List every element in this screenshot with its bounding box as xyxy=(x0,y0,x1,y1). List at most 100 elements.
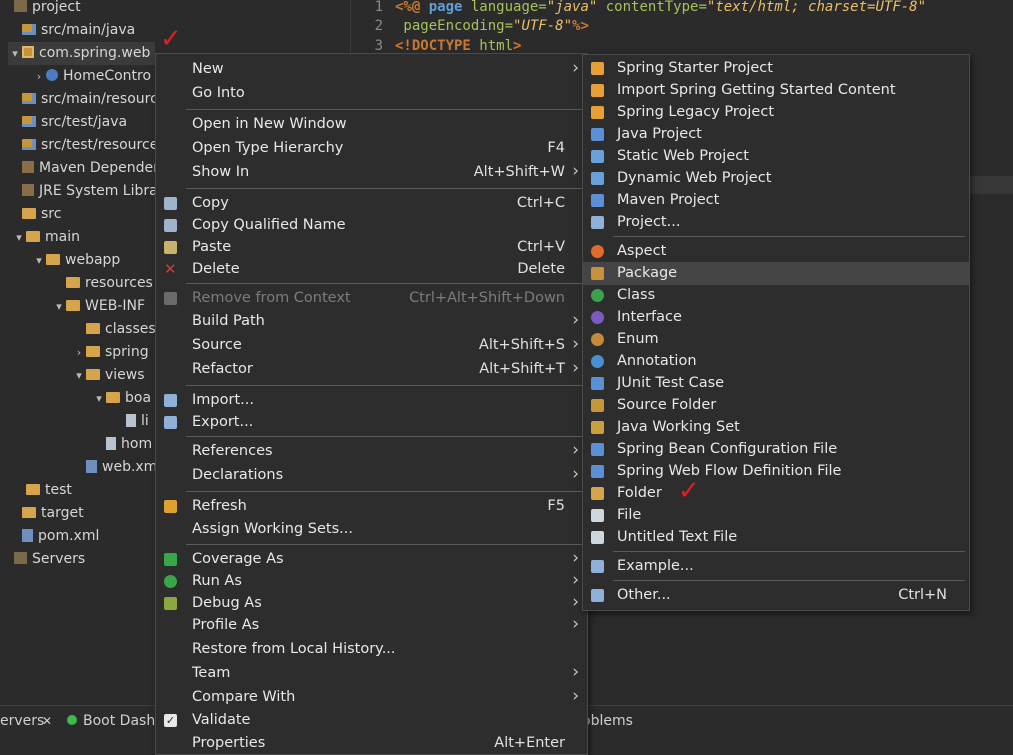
menu-item-delete[interactable]: ✕ Delete Delete xyxy=(156,258,587,281)
menu-item-file[interactable]: File xyxy=(583,504,969,527)
menu-item-team[interactable]: Team › xyxy=(156,662,587,685)
expand-toggle-icon[interactable]: › xyxy=(72,341,86,364)
menu-item-label: Compare With xyxy=(192,689,296,705)
tree-item[interactable]: ▾ boa xyxy=(92,387,151,410)
tree-item[interactable]: web.xm xyxy=(72,456,157,479)
menu-item-spring-bean-configuration-file[interactable]: Spring Bean Configuration File xyxy=(583,438,969,461)
tree-item[interactable]: classes xyxy=(72,318,156,341)
menu-item-dynamic-web-project[interactable]: Dynamic Web Project xyxy=(583,167,969,190)
expand-toggle-icon[interactable]: ▾ xyxy=(8,42,22,65)
tree-item[interactable]: src/main/resources xyxy=(8,88,174,111)
menu-item-import[interactable]: Import... xyxy=(156,389,587,412)
tree-item[interactable]: ▾ main xyxy=(12,226,80,249)
menu-item-folder[interactable]: Folder xyxy=(583,482,969,505)
menu-item-export[interactable]: Export... xyxy=(156,411,587,434)
menu-item-java-working-set[interactable]: Java Working Set xyxy=(583,416,969,439)
tree-item[interactable]: ▾ WEB-INF xyxy=(52,295,145,318)
menu-item-open-in-new-window[interactable]: Open in New Window xyxy=(156,113,587,136)
menu-separator xyxy=(186,109,583,110)
static-web-icon xyxy=(591,150,604,163)
menu-item-run-as[interactable]: Run As › xyxy=(156,570,587,593)
menu-item-untitled-text-file[interactable]: Untitled Text File xyxy=(583,526,969,549)
tree-item[interactable]: project xyxy=(0,0,81,19)
menu-item-label: Export... xyxy=(192,414,254,430)
tree-item[interactable]: ▾ com.spring.web xyxy=(8,42,155,65)
menu-item-new[interactable]: New › xyxy=(156,58,587,81)
expand-toggle-icon[interactable]: › xyxy=(32,65,46,88)
menu-item-open-type-hierarchy[interactable]: Open Type Hierarchy F4 xyxy=(156,137,587,160)
expand-toggle-icon[interactable]: ▾ xyxy=(92,387,106,410)
menu-item-source-folder[interactable]: Source Folder xyxy=(583,394,969,417)
menu-item-assign-working-sets[interactable]: Assign Working Sets... xyxy=(156,518,587,541)
tree-item[interactable]: src xyxy=(8,203,61,226)
tree-item[interactable]: › spring xyxy=(72,341,149,364)
menu-item-refactor[interactable]: Refactor Alt+Shift+T › xyxy=(156,358,587,381)
menu-item-refresh[interactable]: Refresh F5 xyxy=(156,495,587,518)
tree-item[interactable]: src/main/java xyxy=(8,19,135,42)
tree-item[interactable]: test xyxy=(12,479,72,502)
menu-item-spring-web-flow-definition-file[interactable]: Spring Web Flow Definition File xyxy=(583,460,969,483)
tree-item[interactable]: › HomeContro xyxy=(32,65,151,88)
menu-item-annotation[interactable]: Annotation xyxy=(583,350,969,373)
close-icon[interactable]: ✕ xyxy=(42,706,52,736)
menu-item-package[interactable]: Package xyxy=(583,262,969,285)
menu-item-label: Assign Working Sets... xyxy=(192,521,354,537)
menu-item-build-path[interactable]: Build Path › xyxy=(156,310,587,333)
tab-servers[interactable]: ervers xyxy=(0,706,44,736)
tree-item[interactable]: src/test/java xyxy=(8,111,127,134)
menu-item-java-project[interactable]: Java Project xyxy=(583,123,969,146)
chevron-right-icon: › xyxy=(572,464,579,484)
menu-item-label: Other... xyxy=(617,587,671,603)
tree-item[interactable]: src/test/resources xyxy=(8,134,166,157)
menu-item-copy-qualified-name[interactable]: Copy Qualified Name xyxy=(156,214,587,237)
tree-item[interactable]: JRE System Library xyxy=(8,180,172,203)
menu-item-debug-as[interactable]: Debug As › xyxy=(156,592,587,615)
tree-item[interactable]: li xyxy=(112,410,149,433)
menu-item-other[interactable]: Other... Ctrl+N xyxy=(583,584,969,607)
menu-item-spring-starter-project[interactable]: Spring Starter Project xyxy=(583,57,969,80)
tree-item[interactable]: Servers xyxy=(0,548,85,571)
menu-item-compare-with[interactable]: Compare With › xyxy=(156,686,587,709)
menu-item-validate[interactable]: ✓ Validate xyxy=(156,709,587,732)
menu-item-spring-legacy-project[interactable]: Spring Legacy Project xyxy=(583,101,969,124)
menu-item-project[interactable]: Project... xyxy=(583,211,969,234)
folder-icon xyxy=(66,276,80,288)
menu-item-coverage-as[interactable]: Coverage As › xyxy=(156,548,587,571)
menu-item-interface[interactable]: Interface xyxy=(583,306,969,329)
code-line-1: 1 <%@ page language="java" contentType="t… xyxy=(374,0,927,15)
tree-item-label: src/test/java xyxy=(41,114,128,130)
expand-toggle-icon[interactable]: ▾ xyxy=(72,364,86,387)
tab-boot-dashboard[interactable]: Boot Dash xyxy=(67,706,155,736)
expand-toggle-icon[interactable]: ▾ xyxy=(12,226,26,249)
tree-item[interactable]: resources xyxy=(52,272,153,295)
tree-item[interactable]: pom.xml xyxy=(8,525,99,548)
tree-item-label: target xyxy=(41,505,84,521)
tree-item[interactable]: ▾ webapp xyxy=(32,249,120,272)
menu-item-junit-test-case[interactable]: JUnit Test Case xyxy=(583,372,969,395)
menu-item-example[interactable]: Example... xyxy=(583,555,969,578)
expand-toggle-icon[interactable]: ▾ xyxy=(52,295,66,318)
folder-icon xyxy=(46,253,60,265)
menu-item-restore-from-local-history[interactable]: Restore from Local History... xyxy=(156,638,587,661)
menu-item-static-web-project[interactable]: Static Web Project xyxy=(583,145,969,168)
tab-problems[interactable]: oblems xyxy=(582,706,633,736)
menu-item-maven-project[interactable]: Maven Project xyxy=(583,189,969,212)
menu-item-import-spring-getting-started-content[interactable]: Import Spring Getting Started Content xyxy=(583,79,969,102)
tree-item[interactable]: hom xyxy=(92,433,152,456)
menu-item-enum[interactable]: Enum xyxy=(583,328,969,351)
tree-item[interactable]: target xyxy=(8,502,84,525)
menu-item-copy[interactable]: Copy Ctrl+C xyxy=(156,192,587,215)
menu-item-profile-as[interactable]: Profile As › xyxy=(156,614,587,637)
menu-item-show-in[interactable]: Show In Alt+Shift+W › xyxy=(156,161,587,184)
expand-toggle-icon[interactable]: ▾ xyxy=(32,249,46,272)
tree-item[interactable]: ▾ views xyxy=(72,364,144,387)
menu-item-references[interactable]: References › xyxy=(156,440,587,463)
menu-item-paste[interactable]: Paste Ctrl+V xyxy=(156,236,587,259)
menu-item-properties[interactable]: Properties Alt+Enter xyxy=(156,732,587,755)
tree-item[interactable]: Maven Dependenc xyxy=(8,157,170,180)
menu-item-source[interactable]: Source Alt+Shift+S › xyxy=(156,334,587,357)
menu-item-go-into[interactable]: Go Into xyxy=(156,82,587,105)
menu-item-aspect[interactable]: Aspect xyxy=(583,240,969,263)
menu-item-declarations[interactable]: Declarations › xyxy=(156,464,587,487)
menu-item-class[interactable]: Class xyxy=(583,284,969,307)
